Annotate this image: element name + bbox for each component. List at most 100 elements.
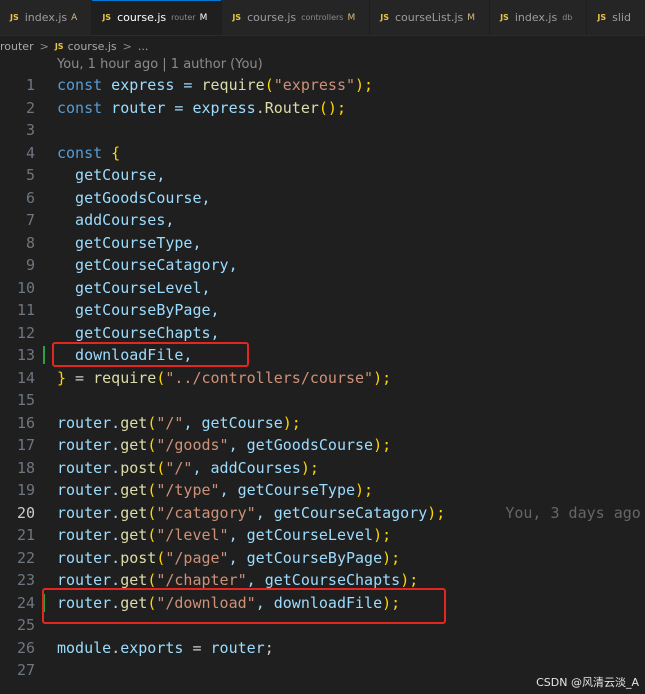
tab-git-status: M — [199, 12, 208, 23]
line-number: 16 — [16, 413, 35, 432]
breadcrumb-file[interactable]: course.js — [68, 40, 117, 53]
code-line: 15 — [0, 389, 645, 412]
token: "express" — [273, 76, 356, 94]
tab-label: slid — [612, 11, 631, 24]
token: ); — [282, 413, 301, 432]
token: router. — [57, 481, 121, 499]
token: module — [57, 638, 112, 657]
token: ); — [400, 571, 419, 589]
tab-course-js-controllers[interactable]: JS course.js controllers M — [222, 0, 371, 35]
highlight-box-download-route — [42, 588, 446, 624]
line-content: getCourse, — [57, 166, 166, 184]
token: ( — [147, 481, 157, 499]
tab-git-status: A — [71, 12, 78, 23]
breadcrumb-folder[interactable]: router — [0, 40, 34, 53]
token: router. — [57, 436, 121, 454]
token: ( — [147, 413, 157, 432]
code-line: 1 const express = require("express"); — [0, 74, 645, 97]
breadcrumb-separator: > — [122, 39, 132, 53]
line-content: getCourseChapts, — [57, 323, 220, 342]
line-number: 11 — [16, 301, 35, 319]
code-line: 5 getCourse, — [0, 164, 645, 187]
token: , getGoodsCourse — [228, 436, 374, 454]
highlight-box-downloadfile-import — [52, 342, 249, 367]
token: ); — [427, 503, 446, 522]
tab-index-js-db[interactable]: JS index.js db — [490, 0, 588, 35]
token: ); — [355, 76, 374, 94]
line-number: 15 — [16, 391, 35, 409]
line-number: 2 — [25, 98, 35, 117]
token: "/" — [165, 458, 193, 477]
token: = — [66, 368, 94, 387]
token: get — [120, 413, 148, 432]
token: ( — [147, 436, 157, 454]
token: , getCourse — [183, 413, 283, 432]
javascript-file-icon: JS — [500, 13, 509, 22]
javascript-file-icon: JS — [102, 13, 112, 22]
code-line: 4 const { — [0, 142, 645, 165]
line-number: 23 — [16, 571, 35, 589]
line-number: 9 — [25, 256, 35, 274]
line-content: getGoodsCourse, — [57, 188, 211, 207]
token: post — [120, 458, 157, 477]
token: ); — [300, 458, 319, 477]
tab-folder-description: router — [171, 13, 196, 22]
token: get — [120, 436, 148, 454]
code-line: 17 router.get("/goods", getGoodsCourse); — [0, 434, 645, 457]
line-number: 13 — [16, 346, 35, 364]
git-added-indicator — [43, 346, 45, 364]
line-content: addCourses, — [57, 211, 175, 229]
token: ( — [264, 76, 274, 94]
line-number: 17 — [16, 436, 35, 454]
line-content: router.get("/", getCourse); — [57, 412, 301, 435]
token: , getCourseType — [219, 481, 356, 499]
token: router. — [57, 503, 121, 522]
line-number: 7 — [25, 211, 35, 229]
tab-label: courseList.js — [395, 11, 464, 24]
javascript-file-icon: JS — [597, 13, 607, 22]
code-line-current: 20 router.get("/catagory", getCourseCatag… — [0, 502, 645, 525]
inline-git-blame[interactable]: You, 3 days ago — [505, 504, 640, 522]
token: } — [57, 368, 67, 387]
tab-git-status: M — [347, 12, 356, 23]
code-line: 18 router.post("/", addCourses); — [0, 457, 645, 480]
token: get — [120, 526, 148, 544]
token: ); — [373, 436, 392, 454]
git-blame-codelens[interactable]: You, 1 hour ago | 1 author (You) — [57, 56, 263, 74]
token: ); — [373, 526, 392, 544]
token: router = — [102, 98, 193, 117]
breadcrumb-symbol-more[interactable]: ... — [138, 40, 149, 53]
line-number: 5 — [25, 166, 35, 184]
code-line: 21 router.get("/level", getCourseLevel); — [0, 524, 645, 547]
line-number: 6 — [25, 188, 35, 207]
breadcrumb-separator: > — [39, 39, 49, 53]
token: exports — [120, 638, 184, 657]
line-content: router.get("/catagory", getCourseCatagor… — [57, 502, 641, 525]
token: router. — [57, 548, 121, 567]
tab-index-js[interactable]: JS index.js A — [0, 0, 93, 35]
csdn-watermark: CSDN @风清云淡_A — [536, 676, 639, 689]
javascript-file-icon: JS — [10, 13, 19, 22]
line-content: router.post("/page", getCourseByPage); — [57, 547, 400, 570]
token: "../controllers/course" — [165, 368, 374, 387]
tab-courselist-js[interactable]: JS courseList.js M — [370, 0, 491, 35]
javascript-file-icon: JS — [54, 41, 64, 51]
token: (); — [318, 98, 346, 117]
code-line: 8 getCourseType, — [0, 232, 645, 255]
token: const — [57, 98, 103, 117]
token: get — [120, 481, 148, 499]
token: ); — [355, 481, 374, 499]
line-number: 22 — [16, 548, 35, 567]
token: Router — [264, 98, 319, 117]
line-number: 26 — [16, 638, 35, 657]
code-line: 10 getCourseLevel, — [0, 277, 645, 300]
token: ( — [147, 526, 157, 544]
tab-course-js-router[interactable]: JS course.js router M — [92, 0, 223, 35]
line-content: const { — [57, 142, 120, 165]
token: express = — [102, 76, 202, 94]
line-content: getCourseByPage, — [57, 301, 220, 319]
tab-slid[interactable]: JS slid — [587, 0, 645, 35]
line-number: 12 — [16, 323, 35, 342]
token: const — [57, 76, 103, 94]
token: router — [210, 638, 265, 657]
